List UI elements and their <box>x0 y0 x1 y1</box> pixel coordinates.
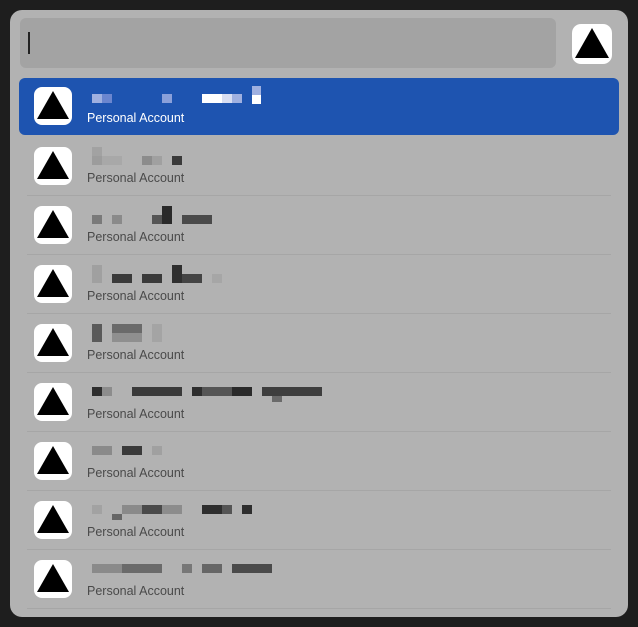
vercel-triangle-icon <box>34 206 72 244</box>
vercel-triangle-icon <box>34 265 72 303</box>
redacted-account-name <box>92 86 352 106</box>
search-row <box>10 10 628 78</box>
redacted-account-name <box>92 324 352 344</box>
row-divider <box>27 608 611 609</box>
list-item[interactable]: Personal Account <box>10 137 628 196</box>
list-item[interactable]: Personal Account <box>10 550 628 609</box>
vercel-triangle-icon <box>34 383 72 421</box>
results-list: Personal Account Personal Account Person… <box>10 78 628 609</box>
list-item[interactable]: Personal Account <box>10 314 628 373</box>
account-type-label: Personal Account <box>87 230 185 244</box>
redacted-account-name <box>92 442 352 462</box>
vercel-triangle-icon <box>34 442 72 480</box>
vercel-triangle-icon <box>34 324 72 362</box>
account-type-label: Personal Account <box>87 111 185 125</box>
account-type-label: Personal Account <box>87 466 185 480</box>
vercel-triangle-icon[interactable] <box>572 24 612 64</box>
list-item[interactable]: Personal Account <box>10 491 628 550</box>
vercel-triangle-icon <box>34 560 72 598</box>
redacted-account-name <box>92 147 352 167</box>
account-type-label: Personal Account <box>87 348 185 362</box>
account-switcher-panel: Personal Account Personal Account Person… <box>10 10 628 617</box>
triangle-glyph <box>575 28 609 58</box>
vercel-triangle-icon <box>34 501 72 539</box>
account-type-label: Personal Account <box>87 525 185 539</box>
list-item[interactable]: Personal Account <box>10 255 628 314</box>
redacted-account-name <box>92 206 352 226</box>
list-item[interactable]: Personal Account <box>10 432 628 491</box>
list-item[interactable]: Personal Account <box>10 196 628 255</box>
list-item[interactable]: Personal Account <box>10 373 628 432</box>
redacted-account-name <box>92 560 352 580</box>
account-type-label: Personal Account <box>87 407 185 421</box>
list-item[interactable]: Personal Account <box>19 78 619 135</box>
search-input[interactable] <box>20 18 556 68</box>
redacted-account-name <box>92 501 352 521</box>
text-caret <box>28 32 30 54</box>
vercel-triangle-icon <box>34 87 72 125</box>
account-type-label: Personal Account <box>87 584 185 598</box>
redacted-account-name <box>92 383 352 403</box>
account-type-label: Personal Account <box>87 171 185 185</box>
redacted-account-name <box>92 265 352 285</box>
vercel-triangle-icon <box>34 147 72 185</box>
account-type-label: Personal Account <box>87 289 185 303</box>
